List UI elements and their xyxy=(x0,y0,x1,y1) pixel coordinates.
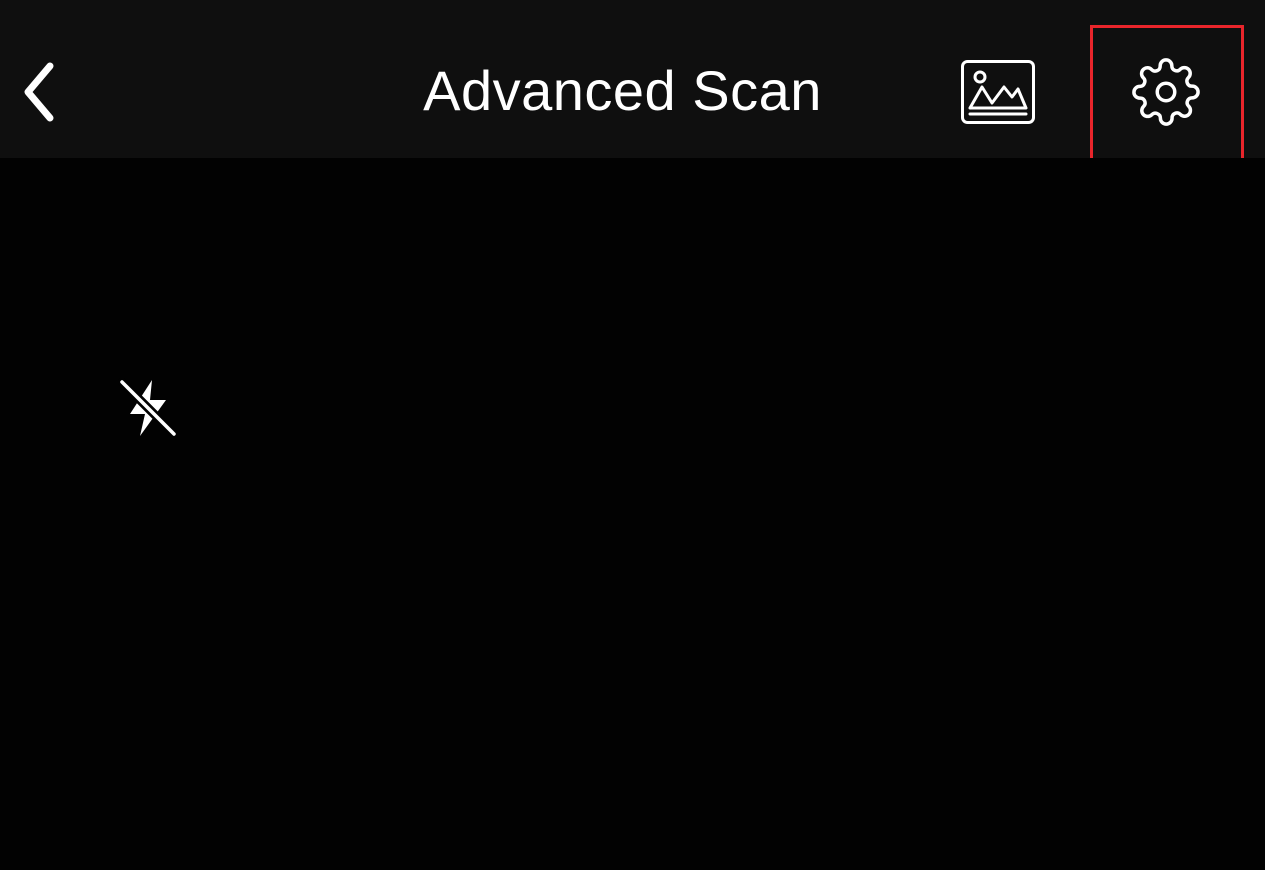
photo-gallery-icon xyxy=(961,60,1035,124)
navigation-bar: Advanced Scan xyxy=(0,0,1265,158)
advanced-scan-screen: Advanced Scan xyxy=(0,0,1265,870)
flash-toggle-button[interactable] xyxy=(112,372,184,444)
chevron-left-icon xyxy=(24,62,54,122)
gear-icon xyxy=(1132,58,1200,126)
flash-off-icon xyxy=(117,377,179,439)
page-title: Advanced Scan xyxy=(423,59,822,122)
gallery-button[interactable] xyxy=(955,54,1041,130)
camera-viewfinder xyxy=(0,158,1265,870)
settings-button[interactable] xyxy=(1126,52,1206,132)
back-button[interactable] xyxy=(8,52,68,132)
